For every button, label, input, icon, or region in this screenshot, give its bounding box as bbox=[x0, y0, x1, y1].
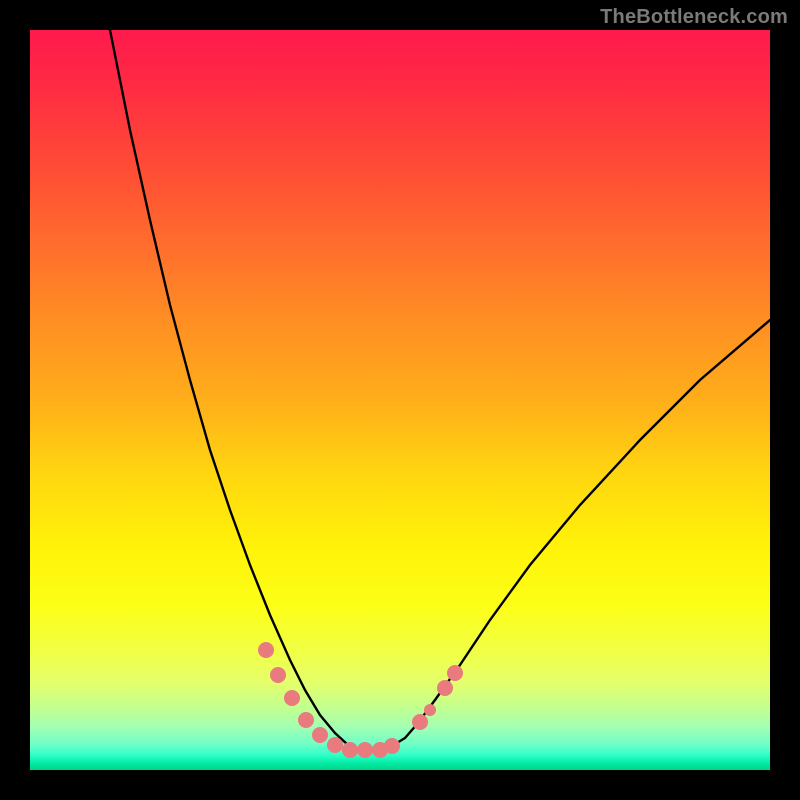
left-bottleneck-curve bbox=[110, 30, 370, 750]
curve-marker bbox=[424, 704, 436, 716]
right-bottleneck-curve bbox=[370, 320, 770, 750]
curve-marker bbox=[447, 665, 463, 681]
chart-svg bbox=[30, 30, 770, 770]
watermark-text: TheBottleneck.com bbox=[600, 6, 788, 29]
curve-marker bbox=[298, 712, 314, 728]
curve-marker bbox=[357, 742, 373, 758]
curve-marker bbox=[312, 727, 328, 743]
curve-marker bbox=[270, 667, 286, 683]
curve-marker bbox=[412, 714, 428, 730]
curve-marker bbox=[384, 738, 400, 754]
curve-marker bbox=[258, 642, 274, 658]
curve-marker bbox=[284, 690, 300, 706]
curve-marker bbox=[372, 742, 388, 758]
curve-marker bbox=[327, 737, 343, 753]
curve-marker bbox=[437, 680, 453, 696]
curve-marker bbox=[342, 742, 358, 758]
curve-markers-group bbox=[258, 642, 463, 758]
chart-plot-area bbox=[30, 30, 770, 770]
